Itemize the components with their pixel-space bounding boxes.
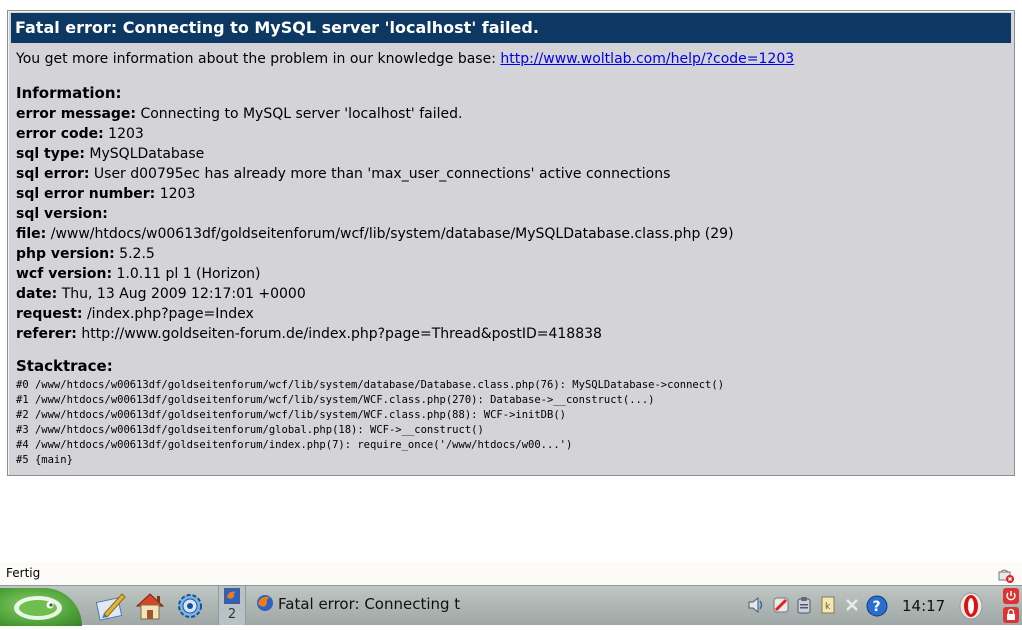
stacktrace-line: #1 /www/htdocs/w00613df/goldseitenforum/…: [16, 394, 655, 406]
volume-icon[interactable]: [746, 595, 766, 615]
stacktrace-line: #4 /www/htdocs/w00613df/goldseitenforum/…: [16, 439, 573, 451]
paint-brush-icon: [94, 593, 128, 626]
info-label: error code:: [16, 126, 104, 142]
stacktrace: #0 /www/htdocs/w00613df/goldseitenforum/…: [16, 378, 724, 468]
logout-icon[interactable]: [1003, 588, 1019, 604]
info-value: 1.0.11 pl 1 (Horizon): [112, 266, 261, 282]
info-label: sql type:: [16, 146, 85, 162]
home-icon: [133, 593, 167, 626]
launcher-editor[interactable]: [94, 590, 128, 622]
popup-blocked-icon[interactable]: [998, 567, 1014, 583]
desktop-pager[interactable]: 2: [218, 586, 246, 625]
info-value: User d00795ec has already more than 'max…: [89, 166, 671, 182]
globe-gear-icon: [173, 594, 207, 626]
info-label: file:: [16, 226, 47, 242]
info-row-file: file: /www/htdocs/w00613df/goldseitenfor…: [16, 224, 734, 244]
info-label: sql error number:: [16, 186, 156, 202]
task-label: Fatal error: Connecting to MySQL server …: [278, 595, 460, 613]
info-row-wcf-version: wcf version: 1.0.11 pl 1 (Horizon): [16, 264, 734, 284]
info-label: date:: [16, 286, 58, 302]
info-value: /www/htdocs/w00613df/goldseitenforum/wcf…: [46, 226, 734, 242]
info-value: http://www.goldseiten-forum.de/index.php…: [76, 326, 602, 342]
information-list: error message: Connecting to MySQL serve…: [16, 104, 734, 344]
info-label: sql error:: [16, 166, 90, 182]
info-row-sql-error: sql error: User d00795ec has already mor…: [16, 164, 734, 184]
info-row-referer: referer: http://www.goldseiten-forum.de/…: [16, 324, 734, 344]
info-value: Thu, 13 Aug 2009 12:17:01 +0000: [57, 286, 306, 302]
info-row-request: request: /index.php?page=Index: [16, 304, 734, 324]
tools-icon[interactable]: [842, 595, 862, 615]
info-row-sql-error-number: sql error number: 1203: [16, 184, 734, 204]
taskbar-task-firefox[interactable]: Fatal error: Connecting to MySQL server …: [250, 588, 460, 622]
error-box: Fatal error: Connecting to MySQL server …: [7, 10, 1015, 476]
launcher-konqueror[interactable]: [173, 590, 207, 622]
info-row-error-code: error code: 1203: [16, 124, 734, 144]
kmenu-button[interactable]: [0, 588, 82, 626]
info-value: /index.php?page=Index: [82, 306, 254, 322]
stacktrace-line: #3 /www/htdocs/w00613df/goldseitenforum/…: [16, 424, 484, 436]
launcher-home[interactable]: [133, 590, 167, 622]
info-label: php version:: [16, 246, 115, 262]
knowledge-base-link[interactable]: http://www.woltlab.com/help/?code=1203: [500, 51, 794, 67]
info-value: MySQLDatabase: [84, 146, 205, 162]
opensuse-logo-icon: [0, 596, 82, 630]
klipper-icon[interactable]: [794, 595, 814, 615]
clock[interactable]: 14:17: [902, 597, 945, 615]
pager-desktop-number: 2: [227, 607, 237, 622]
info-row-sql-version: sql version:: [16, 204, 734, 224]
info-value: Connecting to MySQL server 'localhost' f…: [136, 106, 463, 122]
knowledge-base-line: You get more information about the probl…: [16, 51, 794, 67]
help-icon[interactable]: ?: [866, 595, 888, 617]
svg-text:?: ?: [873, 599, 881, 615]
error-title: Fatal error: Connecting to MySQL server …: [11, 13, 1011, 43]
info-value: 5.2.5: [114, 246, 155, 262]
info-label: error message:: [16, 106, 137, 122]
firefox-icon: [256, 594, 274, 616]
info-row-php-version: php version: 5.2.5: [16, 244, 734, 264]
stacktrace-line: #5 {main}: [16, 454, 73, 466]
info-value: 1203: [155, 186, 196, 202]
info-label: referer:: [16, 326, 77, 342]
knowledge-base-text: You get more information about the probl…: [16, 51, 501, 67]
stacktrace-line: #0 /www/htdocs/w00613df/goldseitenforum/…: [16, 379, 725, 391]
info-row-sql-type: sql type: MySQLDatabase: [16, 144, 734, 164]
stacktrace-heading: Stacktrace:: [16, 357, 113, 375]
info-value: 1203: [103, 126, 144, 142]
browser-status-bar: Fertig: [0, 562, 1022, 585]
info-label: wcf version:: [16, 266, 113, 282]
info-row-date: date: Thu, 13 Aug 2009 12:17:01 +0000: [16, 284, 734, 304]
status-text: Fertig: [6, 566, 41, 580]
updater-icon[interactable]: k: [818, 595, 838, 615]
taskbar-panel: 2 Fatal error: Connecting to MySQL serve…: [0, 585, 1022, 626]
information-heading: Information:: [16, 84, 122, 102]
network-icon[interactable]: [771, 595, 791, 615]
firefox-mini-icon: [224, 588, 240, 608]
info-label: sql version:: [16, 206, 108, 222]
lock-screen-icon[interactable]: [1003, 607, 1019, 623]
info-row-error-message: error message: Connecting to MySQL serve…: [16, 104, 734, 124]
info-label: request:: [16, 306, 83, 322]
stacktrace-line: #2 /www/htdocs/w00613df/goldseitenforum/…: [16, 409, 566, 421]
opera-icon[interactable]: [958, 591, 984, 621]
svg-text:k: k: [825, 602, 831, 612]
